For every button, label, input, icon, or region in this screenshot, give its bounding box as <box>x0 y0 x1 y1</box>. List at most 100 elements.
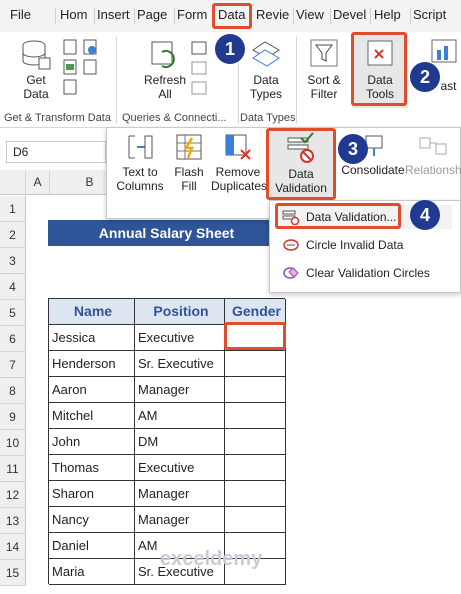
position-cell[interactable]: AM <box>135 403 225 429</box>
position-cell[interactable]: Executive <box>135 455 225 481</box>
header-position-cell[interactable]: Position <box>135 299 225 325</box>
step-badge-1: 1 <box>215 34 245 64</box>
position-cell[interactable]: Manager <box>135 507 225 533</box>
name-cell[interactable]: Jessica <box>49 325 135 351</box>
data-types-label-2: Types <box>249 87 282 101</box>
group-data-types: Data Types <box>240 112 296 124</box>
position-cell[interactable]: Sr. Executive <box>135 351 225 377</box>
name-cell[interactable]: Daniel <box>49 533 135 559</box>
row-header[interactable]: 3 <box>0 248 26 274</box>
tab-view[interactable]: View <box>296 7 326 22</box>
name-cell[interactable]: Mitchel <box>49 403 135 429</box>
data-types-label-1: Data <box>253 73 279 87</box>
name-cell[interactable]: Nancy <box>49 507 135 533</box>
menu-item-label: Circle Invalid Data <box>306 238 404 252</box>
text-to-columns-button[interactable]: Text to Columns <box>113 132 167 202</box>
row-header[interactable]: 2 <box>0 222 26 248</box>
position-cell[interactable]: Executive <box>135 325 225 351</box>
remove-duplicates-label-2: Duplicates <box>211 179 268 193</box>
row-header[interactable]: 12 <box>0 482 26 508</box>
header-position: Position <box>153 303 209 319</box>
row-header[interactable]: 13 <box>0 508 26 534</box>
step-badge-2: 2 <box>410 62 440 92</box>
select-all-corner[interactable] <box>0 170 26 195</box>
row-header[interactable]: 6 <box>0 326 26 352</box>
excel-window: File Hom Insert Page Form Data Revie Vie… <box>0 0 461 594</box>
flash-fill-icon <box>176 134 202 160</box>
get-data-label-1: Get <box>26 73 46 87</box>
refresh-label-2: All <box>158 87 172 101</box>
row-header[interactable]: 14 <box>0 534 26 560</box>
menu-item-circle-invalid[interactable]: Circle Invalid Data <box>276 233 452 257</box>
sheet-title-band: Annual Salary Sheet <box>48 220 285 246</box>
tab-script[interactable]: Script <box>413 7 453 22</box>
sheet-title: Annual Salary Sheet <box>98 225 235 241</box>
group-get-transform: Get & Transform Data <box>4 112 111 124</box>
get-data-button[interactable]: Get Data <box>14 38 58 110</box>
name-cell[interactable]: Thomas <box>49 455 135 481</box>
sort-filter-button[interactable]: Sort & Filter <box>302 38 346 110</box>
data-types-icon <box>252 41 280 67</box>
name-box[interactable]: D6 <box>6 141 106 163</box>
gender-cell[interactable] <box>225 377 286 403</box>
watermark: exceldemy <box>160 548 263 570</box>
consolidate-label: Consolidate <box>341 163 405 177</box>
name-cell[interactable]: Maria <box>49 559 135 585</box>
row-header[interactable]: 4 <box>0 274 26 300</box>
row-header[interactable]: 7 <box>0 352 26 378</box>
header-name-cell[interactable]: Name <box>49 299 135 325</box>
refresh-label-1: Refresh <box>143 73 187 87</box>
refresh-all-button[interactable]: Refresh All <box>140 38 190 110</box>
remove-duplicates-button[interactable]: Remove Duplicates <box>211 132 268 202</box>
relationships-button[interactable]: Relationsh <box>405 134 461 184</box>
clear-circles-icon <box>283 267 299 279</box>
relationships-label: Relationsh <box>405 163 461 177</box>
highlight-cell-d6 <box>224 322 286 350</box>
tab-home[interactable]: Hom <box>60 7 92 22</box>
header-gender: Gender <box>231 303 281 319</box>
position-cell[interactable]: Manager <box>135 377 225 403</box>
row-header[interactable]: 10 <box>0 430 26 456</box>
database-icon <box>22 40 51 70</box>
position-cell[interactable]: DM <box>135 429 225 455</box>
tab-help[interactable]: Help <box>374 7 406 22</box>
row-header[interactable]: 1 <box>0 196 26 222</box>
tab-developer[interactable]: Devel <box>333 7 367 22</box>
flash-fill-button[interactable]: Flash Fill <box>171 132 207 202</box>
name-cell[interactable]: Henderson <box>49 351 135 377</box>
gender-cell[interactable] <box>225 481 286 507</box>
row-header[interactable]: 5 <box>0 300 26 326</box>
tab-page[interactable]: Page <box>137 7 171 22</box>
gender-cell[interactable] <box>225 507 286 533</box>
highlight-data-tab <box>212 3 252 29</box>
remove-duplicates-icon <box>225 134 251 160</box>
forecast-icon <box>431 39 456 63</box>
filter-icon <box>310 39 338 67</box>
data-types-button[interactable]: Data Types <box>244 38 288 110</box>
menu-item-clear-circles[interactable]: Clear Validation Circles <box>276 261 452 285</box>
column-header[interactable]: A <box>26 170 50 195</box>
highlight-data-validation <box>266 128 336 200</box>
flash-fill-label-2: Fill <box>181 179 197 193</box>
row-header[interactable]: 11 <box>0 456 26 482</box>
tab-review[interactable]: Revie <box>256 7 292 22</box>
name-cell[interactable]: Aaron <box>49 377 135 403</box>
row-header[interactable]: 9 <box>0 404 26 430</box>
remove-duplicates-label-1: Remove <box>215 165 261 179</box>
circle-invalid-icon <box>283 239 299 251</box>
step-badge-4: 4 <box>410 200 440 230</box>
flash-fill-label-1: Flash <box>174 165 204 179</box>
name-cell[interactable]: John <box>49 429 135 455</box>
gender-cell[interactable] <box>225 351 286 377</box>
gender-cell[interactable] <box>225 429 286 455</box>
row-header[interactable]: 15 <box>0 560 26 586</box>
header-name: Name <box>73 303 113 319</box>
gender-cell[interactable] <box>225 403 286 429</box>
tab-file[interactable]: File <box>10 7 42 22</box>
tab-formulas[interactable]: Form <box>177 7 211 22</box>
position-cell[interactable]: Manager <box>135 481 225 507</box>
row-header[interactable]: 8 <box>0 378 26 404</box>
name-cell[interactable]: Sharon <box>49 481 135 507</box>
tab-insert[interactable]: Insert <box>97 7 133 22</box>
gender-cell[interactable] <box>225 455 286 481</box>
